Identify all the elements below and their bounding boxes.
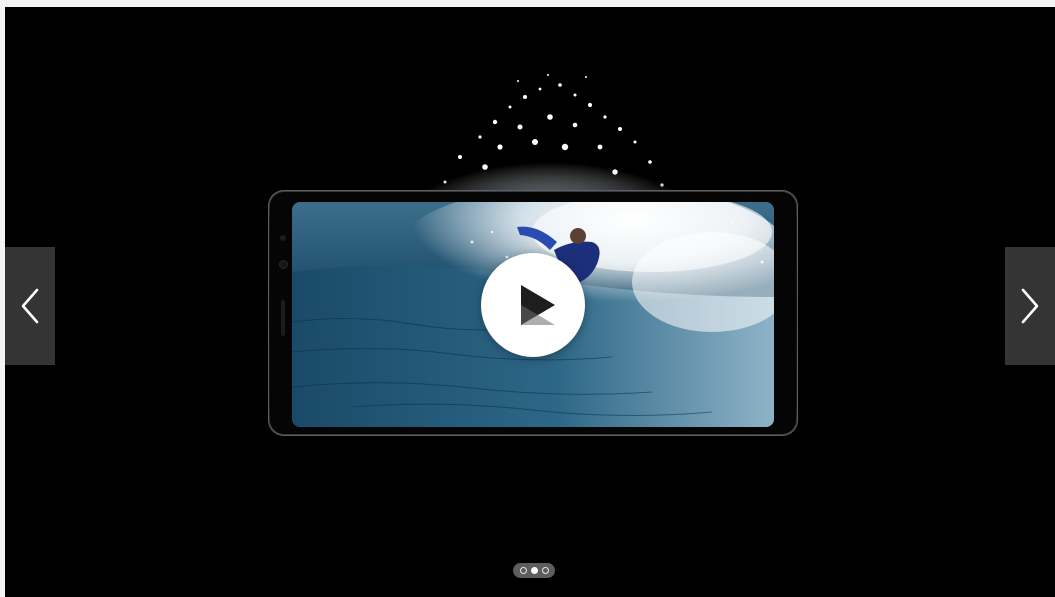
phone-speaker [281,300,285,336]
pagination-dot-2[interactable] [530,567,538,574]
next-slide-button[interactable] [1005,247,1055,365]
chevron-left-icon [21,288,39,324]
phone-camera [280,235,286,241]
pagination-dot-1[interactable] [519,567,527,574]
slide [5,7,1055,597]
phone-sensor [279,260,288,269]
play-icon-shade [521,305,555,325]
slide-pagination [513,563,555,578]
video-carousel [5,7,1055,597]
pagination-dot-3[interactable] [541,567,549,574]
previous-slide-button[interactable] [5,247,55,365]
play-video-button[interactable] [481,253,585,357]
chevron-right-icon [1021,288,1039,324]
